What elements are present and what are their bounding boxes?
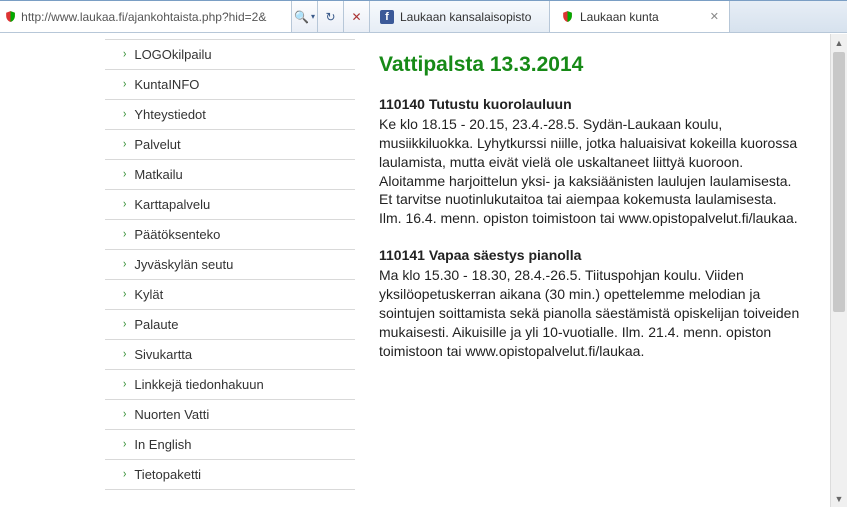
shield-icon: [560, 10, 574, 24]
chevron-right-icon: ›: [123, 48, 126, 61]
sidebar-item[interactable]: › Jyväskylän seutu: [105, 250, 355, 280]
sidebar-item[interactable]: › Yhteystiedot: [105, 100, 355, 130]
tab-strip: f Laukaan kansalaisopisto Laukaan kunta …: [370, 1, 847, 32]
main-content: Vattipalsta 13.3.2014 110140 Tutustu kuo…: [355, 39, 825, 490]
article-body: Ke klo 18.15 - 20.15, 23.4.-28.5. Sydän-…: [379, 115, 801, 228]
chevron-right-icon: ›: [123, 138, 126, 151]
stop-icon: ✕: [351, 10, 361, 24]
vertical-scrollbar[interactable]: ▲ ▼: [830, 34, 847, 507]
site-favicon: [4, 10, 17, 24]
chevron-down-icon: ▾: [311, 12, 315, 21]
sidebar-item[interactable]: › Sivukartta: [105, 340, 355, 370]
sidebar-item-label: LOGOkilpailu: [134, 47, 211, 62]
tab-label: Laukaan kunta: [580, 10, 659, 24]
tab-kansalaisopisto[interactable]: f Laukaan kansalaisopisto: [370, 1, 550, 32]
stop-button[interactable]: ✕: [344, 1, 370, 32]
chevron-right-icon: ›: [123, 378, 126, 391]
scroll-thumb[interactable]: [833, 52, 845, 312]
sidebar-item[interactable]: › LOGOkilpailu: [105, 39, 355, 70]
article: 110141 Vapaa säestys pianollaMa klo 15.3…: [379, 246, 801, 360]
address-bar[interactable]: [0, 1, 292, 32]
scroll-down-button[interactable]: ▼: [831, 490, 847, 507]
sidebar-item[interactable]: › Kylät: [105, 280, 355, 310]
sidebar-item-label: Palaute: [134, 317, 178, 332]
tab-close-button[interactable]: ✕: [710, 10, 719, 23]
sidebar-item-label: Tietopaketti: [134, 467, 201, 482]
sidebar-item[interactable]: › Palvelut: [105, 130, 355, 160]
page-body: › LOGOkilpailu › KuntaINFO › Yhteystiedot › Pal…: [0, 33, 847, 490]
refresh-icon: ↻: [325, 10, 335, 24]
article-body: Ma klo 15.30 - 18.30, 28.4.-26.5. Tiitus…: [379, 266, 801, 360]
sidebar-item[interactable]: › Matkailu: [105, 160, 355, 190]
sidebar-item-label: Jyväskylän seutu: [134, 257, 233, 272]
browser-toolbar: 🔍▾ ↻ ✕ f Laukaan kansalaisopisto Laukaan…: [0, 1, 847, 33]
chevron-right-icon: ›: [123, 198, 126, 211]
sidebar-item-label: Matkailu: [134, 167, 182, 182]
chevron-right-icon: ›: [123, 78, 126, 91]
article: 110140 Tutustu kuorolauluunKe klo 18.15 …: [379, 95, 801, 228]
sidebar-item-label: Nuorten Vatti: [134, 407, 209, 422]
chevron-right-icon: ›: [123, 318, 126, 331]
facebook-icon: f: [380, 10, 394, 24]
article-heading: 110141 Vapaa säestys pianolla: [379, 246, 801, 265]
search-icon: 🔍: [294, 10, 309, 24]
sidebar-item-label: Sivukartta: [134, 347, 192, 362]
chevron-right-icon: ›: [123, 108, 126, 121]
sidebar-nav: › LOGOkilpailu › KuntaINFO › Yhteystiedot › Pal…: [105, 39, 355, 490]
chevron-right-icon: ›: [123, 468, 126, 481]
sidebar-item[interactable]: › KuntaINFO: [105, 70, 355, 100]
chevron-right-icon: ›: [123, 438, 126, 451]
search-dropdown-button[interactable]: 🔍▾: [292, 1, 318, 32]
tab-laukaan-kunta[interactable]: Laukaan kunta ✕: [550, 1, 730, 32]
page-title: Vattipalsta 13.3.2014: [379, 53, 801, 77]
sidebar-item[interactable]: › Tietopaketti: [105, 460, 355, 490]
sidebar-item-label: In English: [134, 437, 191, 452]
sidebar-item[interactable]: › Karttapalvelu: [105, 190, 355, 220]
url-input[interactable]: [21, 8, 287, 26]
sidebar-item-label: Palvelut: [134, 137, 180, 152]
sidebar-item-label: Linkkejä tiedonhakuun: [134, 377, 263, 392]
sidebar-item[interactable]: › Palaute: [105, 310, 355, 340]
chevron-right-icon: ›: [123, 258, 126, 271]
chevron-right-icon: ›: [123, 228, 126, 241]
sidebar-item[interactable]: › Nuorten Vatti: [105, 400, 355, 430]
chevron-right-icon: ›: [123, 408, 126, 421]
chevron-right-icon: ›: [123, 348, 126, 361]
sidebar-item-label: Yhteystiedot: [134, 107, 206, 122]
tab-label: Laukaan kansalaisopisto: [400, 10, 531, 24]
sidebar-item-label: Karttapalvelu: [134, 197, 210, 212]
sidebar-item[interactable]: › Päätöksenteko: [105, 220, 355, 250]
chevron-right-icon: ›: [123, 288, 126, 301]
chevron-right-icon: ›: [123, 168, 126, 181]
sidebar-item[interactable]: › In English: [105, 430, 355, 460]
refresh-button[interactable]: ↻: [318, 1, 344, 32]
sidebar-item-label: Päätöksenteko: [134, 227, 220, 242]
article-heading: 110140 Tutustu kuorolauluun: [379, 95, 801, 114]
sidebar-item[interactable]: › Linkkejä tiedonhakuun: [105, 370, 355, 400]
scroll-up-button[interactable]: ▲: [831, 34, 847, 51]
sidebar-item-label: Kylät: [134, 287, 163, 302]
sidebar-item-label: KuntaINFO: [134, 77, 199, 92]
